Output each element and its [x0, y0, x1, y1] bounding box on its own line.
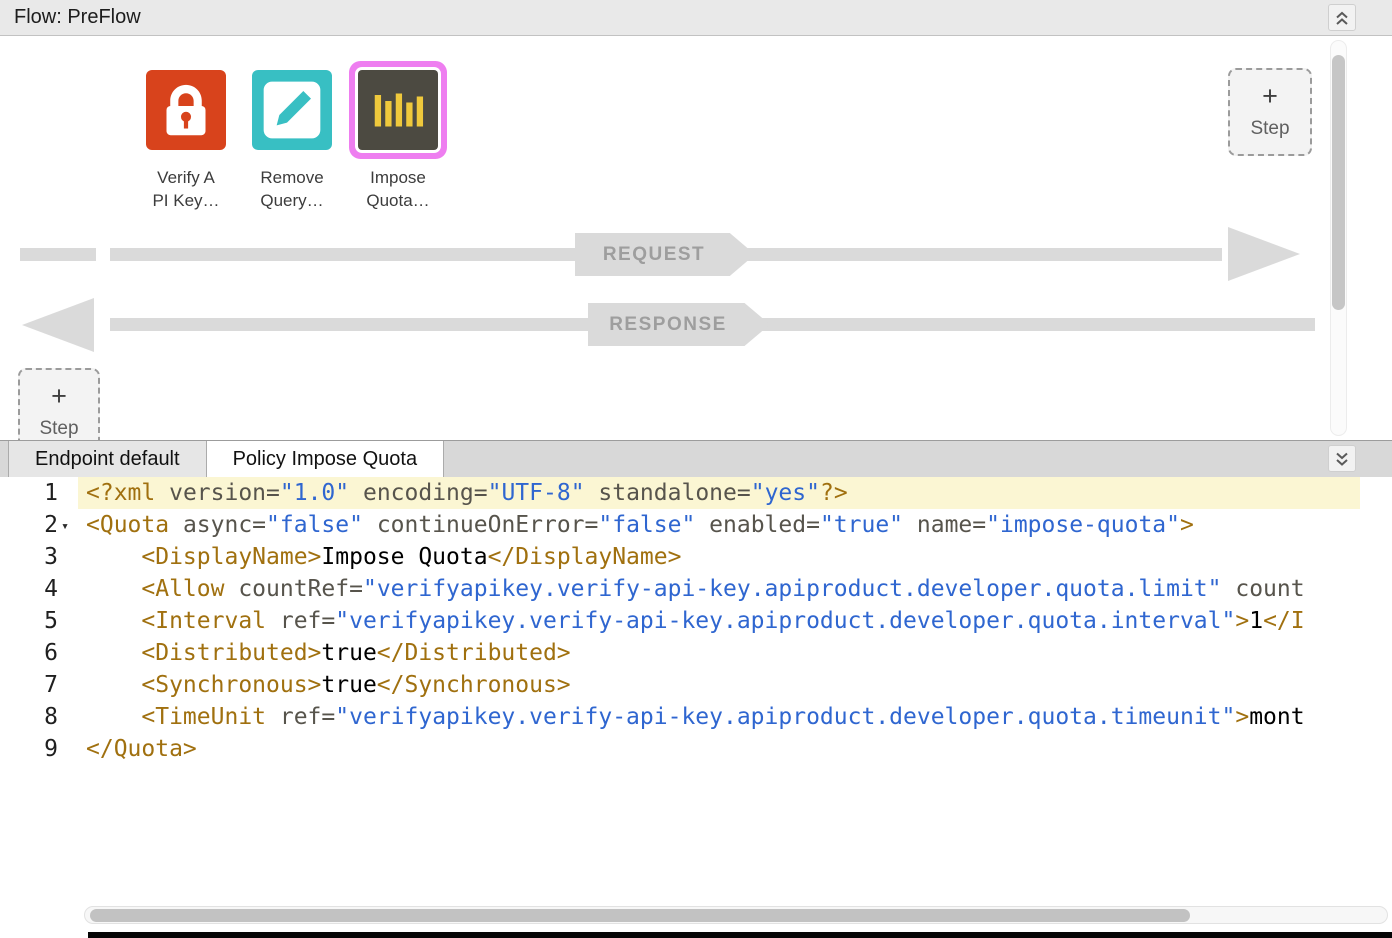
editor-tabbar: Endpoint default Policy Impose Quota [0, 440, 1392, 477]
code-text: <TimeUnit ref="verifyapikey.verify-api-k… [78, 701, 1360, 733]
line-number: 6 [0, 637, 78, 669]
fold-toggle-icon[interactable]: ▾ [58, 511, 72, 543]
lock-icon [146, 70, 226, 150]
code-line-9[interactable]: 9</Quota> [0, 733, 1360, 765]
code-text: <Distributed>true</Distributed> [78, 637, 1360, 669]
line-number: 8 [0, 701, 78, 733]
bars-icon [358, 70, 438, 150]
line-number: 3 [0, 541, 78, 573]
chevrons-up-icon [1334, 9, 1350, 27]
plus-icon: + [51, 384, 67, 408]
policy-remove-query[interactable]: RemoveQuery… [249, 70, 335, 212]
app-window: Flow: PreFlow Verify API Key… RemoveQuer… [0, 0, 1392, 938]
tab-policy-impose-quota[interactable]: Policy Impose Quota [207, 441, 445, 477]
collapse-editor-button[interactable] [1328, 445, 1356, 472]
code-line-2[interactable]: 2▾<Quota async="false" continueOnError="… [0, 509, 1360, 541]
code-lines: 1<?xml version="1.0" encoding="UTF-8" st… [0, 477, 1360, 765]
code-line-3[interactable]: 3 <DisplayName>Impose Quota</DisplayName… [0, 541, 1360, 573]
code-line-1[interactable]: 1<?xml version="1.0" encoding="UTF-8" st… [0, 477, 1360, 509]
flow-canvas: Verify API Key… RemoveQuery… ImposeQuota… [0, 36, 1392, 440]
collapse-flow-panel-button[interactable] [1328, 4, 1356, 31]
code-editor[interactable]: 1<?xml version="1.0" encoding="UTF-8" st… [0, 477, 1392, 938]
code-line-7[interactable]: 7 <Synchronous>true</Synchronous> [0, 669, 1360, 701]
code-line-8[interactable]: 8 <TimeUnit ref="verifyapikey.verify-api… [0, 701, 1360, 733]
editor-horizontal-scrollbar-thumb[interactable] [90, 909, 1190, 922]
response-arrowhead-icon [22, 298, 94, 352]
line-number: 1 [0, 477, 78, 509]
code-line-6[interactable]: 6 <Distributed>true</Distributed> [0, 637, 1360, 669]
request-arrowhead-icon [1228, 227, 1300, 281]
code-text: <DisplayName>Impose Quota</DisplayName> [78, 541, 1360, 573]
line-number: 5 [0, 605, 78, 637]
add-step-label: Step [39, 418, 78, 440]
code-text: </Quota> [78, 733, 1360, 765]
add-step-label: Step [1250, 118, 1289, 140]
code-text: <Interval ref="verifyapikey.verify-api-k… [78, 605, 1360, 637]
code-text: <Quota async="false" continueOnError="fa… [78, 509, 1360, 541]
request-label: REQUEST [603, 244, 705, 266]
policy-label: ImposeQuota… [366, 166, 429, 212]
tab-label: Endpoint default [35, 448, 180, 471]
policy-row: Verify API Key… RemoveQuery… ImposeQuota… [143, 70, 441, 212]
line-number: 7 [0, 669, 78, 701]
code-text: <?xml version="1.0" encoding="UTF-8" sta… [78, 477, 1360, 509]
code-text: <Allow countRef="verifyapikey.verify-api… [78, 573, 1360, 605]
flow-panel-header: Flow: PreFlow [0, 0, 1392, 36]
tab-endpoint-default[interactable]: Endpoint default [8, 441, 207, 477]
line-number: 9 [0, 733, 78, 765]
plus-icon: + [1262, 84, 1278, 108]
chevrons-down-icon [1334, 450, 1350, 468]
policy-label: RemoveQuery… [260, 166, 323, 212]
policy-label: Verify API Key… [152, 166, 219, 212]
response-badge: RESPONSE [588, 303, 770, 346]
window-bottom-edge [88, 932, 1392, 938]
tab-label: Policy Impose Quota [233, 448, 418, 471]
code-line-4[interactable]: 4 <Allow countRef="verifyapikey.verify-a… [0, 573, 1360, 605]
line-number: 4 [0, 573, 78, 605]
flow-vertical-scrollbar-thumb[interactable] [1332, 55, 1345, 310]
add-step-request-button[interactable]: + Step [1228, 68, 1312, 156]
code-line-5[interactable]: 5 <Interval ref="verifyapikey.verify-api… [0, 605, 1360, 637]
code-text: <Synchronous>true</Synchronous> [78, 669, 1360, 701]
pencil-icon [252, 70, 332, 150]
request-flow-bar-left [20, 248, 96, 261]
policy-verify-api-key[interactable]: Verify API Key… [143, 70, 229, 212]
add-step-response-button[interactable]: + Step [18, 368, 100, 440]
policy-impose-quota[interactable]: ImposeQuota… [355, 70, 441, 212]
response-label: RESPONSE [609, 314, 727, 336]
request-badge: REQUEST [575, 233, 755, 276]
line-number: 2▾ [0, 509, 78, 541]
flow-panel-title: Flow: PreFlow [14, 6, 141, 29]
